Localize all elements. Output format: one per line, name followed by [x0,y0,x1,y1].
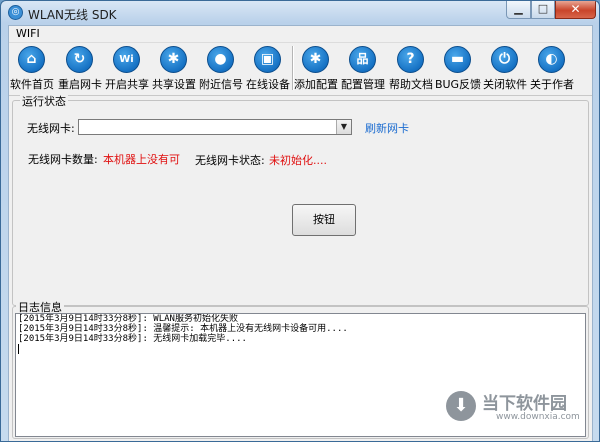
adapter-state-label: 无线网卡状态: [195,154,265,167]
adapter-count-label: 无线网卡数量: [28,153,98,166]
toolbar-label: 添加配置 [294,78,338,91]
window-title: WLAN无线 SDK [28,8,117,22]
watermark: ⬇ 当下软件园 www.downxia.com [446,389,591,433]
toolbar-label: 关闭软件 [483,78,527,91]
toolbar: ⌂ 软件首页 ↻ 重启网卡 Wi 开启共享 ✱ 共享设置 ● 附近信号 ▣ 在线设备 ✱ 添加… [9,42,592,96]
toolbar-home-button[interactable]: ⌂ 软件首页 [9,46,55,92]
run-status-title: 运行状态 [20,93,68,109]
maximize-button[interactable]: □ [531,1,555,19]
toolbar-label: BUG反馈 [434,78,482,91]
toolbar-share-settings-button[interactable]: ✱ 共享设置 [151,46,197,92]
help-icon: ? [397,46,424,73]
run-status-group: 运行状态 无线网卡: ▼ 刷新网卡 无线网卡数量: 本机器上没有可 无线网卡状态… [12,93,589,306]
client-area: WIFI ⌂ 软件首页 ↻ 重启网卡 Wi 开启共享 ✱ 共享设置 ● 附近信号 ▣ 在线设… [8,25,593,441]
toolbar-restart-adapter-button[interactable]: ↻ 重启网卡 [57,46,103,92]
toolbar-nearby-signals-button[interactable]: ● 附近信号 [198,46,244,92]
refresh-adapter-link[interactable]: 刷新网卡 [365,120,409,136]
minimize-button[interactable]: ▁ [506,1,531,19]
toolbar-config-manage-button[interactable]: 品配置管理 [340,46,386,92]
firefox-icon: ◐ [538,46,565,73]
action-button[interactable]: 按钮 [292,204,356,236]
toolbar-label: 附近信号 [199,78,243,91]
toolbar-label: 关于作者 [530,78,574,91]
android-icon: ▣ [254,46,281,73]
toolbar-label: 配置管理 [341,78,385,91]
app-window: ◎ WLAN无线 SDK ▁ □ ✕ WIFI ⌂ 软件首页 ↻ 重启网卡 Wi 开启… [0,0,600,442]
toolbar-bug-feedback-button[interactable]: ▬ BUG反馈 [435,46,481,92]
log-line: [2015年3月9日14时33分8秒]: WLAN服务初始化失败 [18,314,238,324]
app-logo-icon: ◎ [8,5,23,20]
toolbar-help-docs-button[interactable]: ? 帮助文档 [388,46,434,92]
text-caret [18,344,19,354]
power-icon: ⏻ [491,46,518,73]
toolbar-label: 开启共享 [105,78,149,91]
adapter-label: 无线网卡: [27,122,75,135]
toolbar-label: 帮助文档 [389,78,433,91]
toolbar-add-config-button[interactable]: ✱ 添加配置 [293,46,339,92]
toolbar-label: 软件首页 [10,78,54,91]
adapter-count-value: 本机器上没有可 [103,153,180,166]
toolbar-about-author-button[interactable]: ◐ 关于作者 [529,46,575,92]
adapter-select[interactable]: ▼ [78,119,352,135]
watermark-url: www.downxia.com [496,412,580,422]
toolbar-label: 重启网卡 [58,78,102,91]
toolbar-close-app-button[interactable]: ⏻ 关闭软件 [482,46,528,92]
gear-icon: ✱ [160,46,187,73]
toolbar-online-devices-button[interactable]: ▣ 在线设备 [245,46,291,92]
location-pin-icon: ● [207,46,234,73]
chat-icon: ▬ [444,46,471,73]
adapter-state-value: 未初始化.... [269,154,327,167]
gear-add-icon: ✱ [302,46,329,73]
watermark-name: 当下软件园 [482,394,567,414]
menu-wifi[interactable]: WIFI [13,27,43,40]
wifi-icon: Wi [113,46,140,73]
toolbar-start-sharing-button[interactable]: Wi 开启共享 [104,46,150,92]
home-icon: ⌂ [18,46,45,73]
close-button[interactable]: ✕ [555,1,596,19]
toolbar-label: 在线设备 [246,78,290,91]
title-bar[interactable]: ◎ WLAN无线 SDK ▁ □ ✕ [1,1,599,25]
toolbar-label: 共享设置 [152,78,196,91]
menu-bar: WIFI [9,26,592,42]
chevron-down-icon[interactable]: ▼ [336,120,351,134]
sitemap-icon: 品 [349,46,376,73]
refresh-icon: ↻ [66,46,93,73]
log-line: [2015年3月9日14时33分8秒]: 无线网卡加载完毕.... [18,334,247,344]
download-icon: ⬇ [446,391,476,421]
log-line: [2015年3月9日14时33分8秒]: 温馨提示: 本机器上没有无线网卡设备可… [18,324,348,334]
